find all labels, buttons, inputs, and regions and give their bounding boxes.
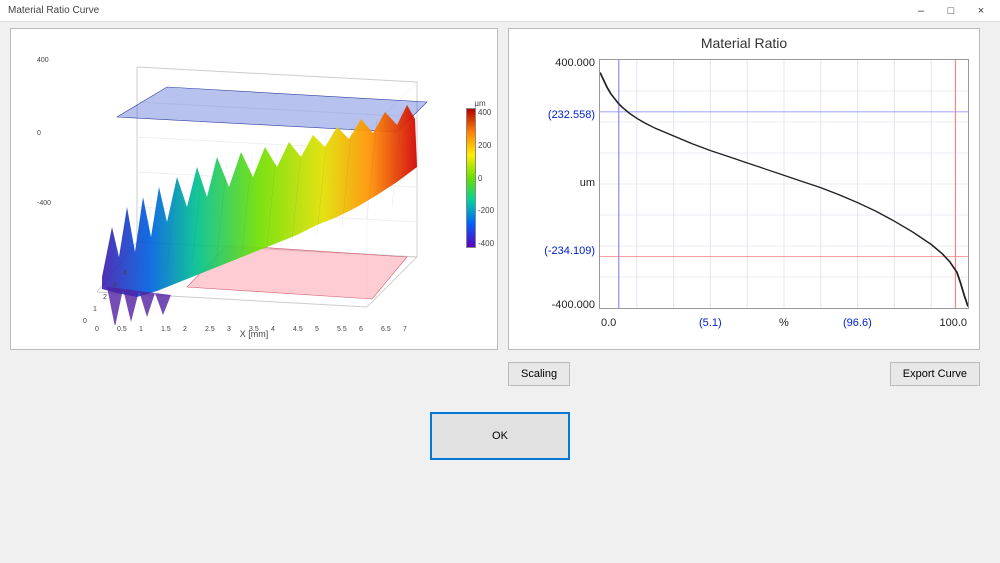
y-marker-top: (232.558) <box>548 109 595 121</box>
z-tick: 400 <box>37 57 49 64</box>
pane-row: 400 0 -400 X [mm] 0 0.5 1 1.5 2 2.5 3 3.… <box>10 28 990 350</box>
z-tick: -400 <box>37 200 51 207</box>
x-tick: 4.5 <box>293 326 303 333</box>
x-tick-right: 100.0 <box>939 317 967 329</box>
x-tick: 1.5 <box>161 326 171 333</box>
y-tick-bottom: -400.000 <box>552 299 595 311</box>
surface-plot-pane: 400 0 -400 X [mm] 0 0.5 1 1.5 2 2.5 3 3.… <box>10 28 498 350</box>
colorbar-unit: µm <box>474 99 485 108</box>
curve-svg <box>600 60 968 308</box>
x-tick: 6 <box>359 326 363 333</box>
x-tick: 2 <box>183 326 187 333</box>
y-tick: 4 <box>123 270 127 277</box>
x-marker-right: (96.6) <box>843 317 872 329</box>
ok-row: OK <box>10 412 990 460</box>
x-tick: 7 <box>403 326 407 333</box>
window-controls: – □ × <box>906 1 996 21</box>
x-tick: 5.5 <box>337 326 347 333</box>
z-tick: 0 <box>37 130 41 137</box>
x-tick: 6.5 <box>381 326 391 333</box>
colorbar-tick: -400 <box>478 239 494 248</box>
material-ratio-pane: Material Ratio 400.000 (232.558) um (-23… <box>508 28 980 350</box>
x-tick: 3.5 <box>249 326 259 333</box>
window-title: Material Ratio Curve <box>4 5 906 16</box>
x-marker-left: (5.1) <box>699 317 722 329</box>
x-tick: 0 <box>95 326 99 333</box>
ok-button[interactable]: OK <box>430 412 570 460</box>
y-axis-unit: um <box>580 177 595 189</box>
colorbar-tick: 200 <box>478 141 494 150</box>
scaling-button[interactable]: Scaling <box>508 362 570 386</box>
y-marker-bottom: (-234.109) <box>544 245 595 257</box>
y-tick: 1 <box>93 306 97 313</box>
x-tick: 5 <box>315 326 319 333</box>
x-tick: 2.5 <box>205 326 215 333</box>
x-tick: 0.5 <box>117 326 127 333</box>
surface-plot: 400 0 -400 X [mm] 0 0.5 1 1.5 2 2.5 3 3.… <box>17 35 491 343</box>
x-tick: 4 <box>271 326 275 333</box>
y-tick: 0 <box>83 318 87 325</box>
x-tick: 1 <box>139 326 143 333</box>
export-curve-button[interactable]: Export Curve <box>890 362 980 386</box>
minimize-button[interactable]: – <box>906 1 936 21</box>
button-row: Scaling Export Curve <box>10 356 990 386</box>
maximize-button[interactable]: □ <box>936 1 966 21</box>
curve-plot-area <box>599 59 969 309</box>
surface-plot-canvas <box>97 47 437 325</box>
content-area: 400 0 -400 X [mm] 0 0.5 1 1.5 2 2.5 3 3.… <box>0 22 1000 563</box>
close-button[interactable]: × <box>966 1 996 21</box>
titlebar: Material Ratio Curve – □ × <box>0 0 1000 22</box>
x-tick: 3 <box>227 326 231 333</box>
colorbar-gradient <box>466 108 476 248</box>
y-tick: 2 <box>103 294 107 301</box>
colorbar: µm 400 200 0 -200 -400 <box>469 99 491 248</box>
x-tick-left: 0.0 <box>601 317 616 329</box>
colorbar-tick: -200 <box>478 206 494 215</box>
y-tick-top: 400.000 <box>555 57 595 69</box>
colorbar-tick: 0 <box>478 174 494 183</box>
colorbar-tick: 400 <box>478 108 494 117</box>
y-tick: 3 <box>113 282 117 289</box>
chart-title: Material Ratio <box>509 35 979 51</box>
x-axis-unit: % <box>779 317 789 329</box>
